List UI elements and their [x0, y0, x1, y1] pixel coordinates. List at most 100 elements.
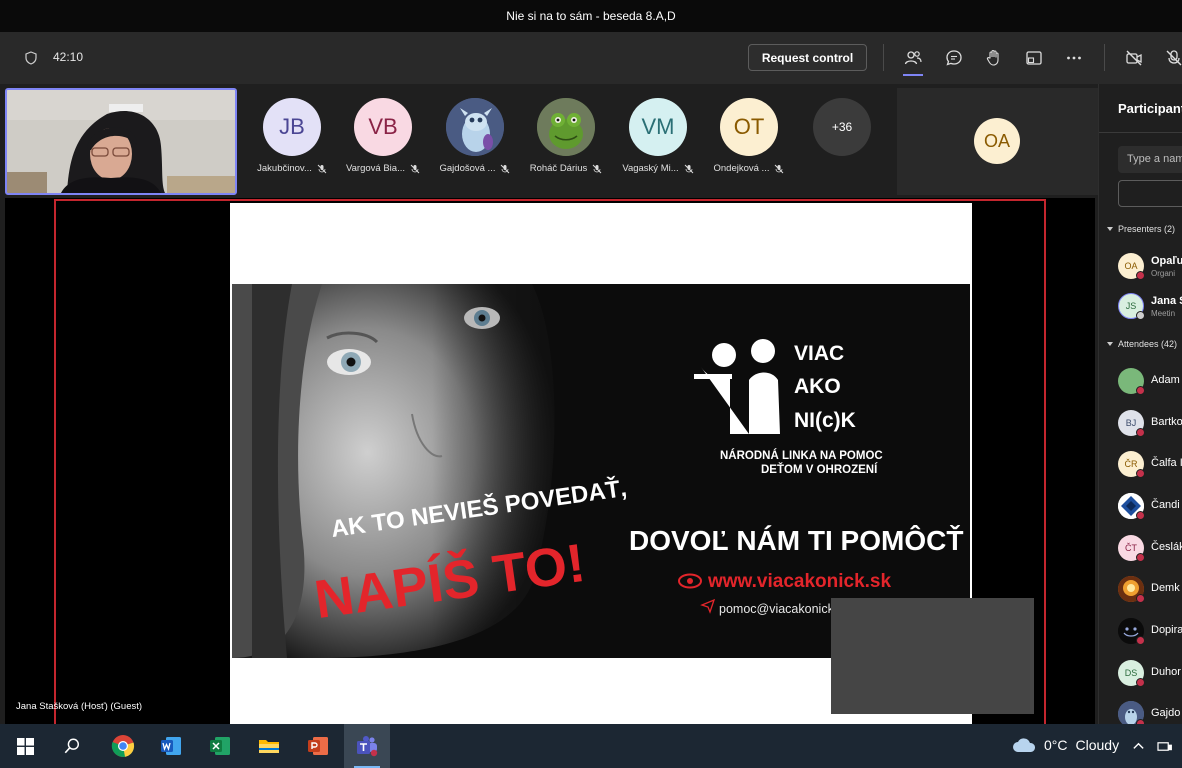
participant-name: Vagaský Mi...	[622, 163, 679, 174]
participant-row[interactable]: OA Opaľu Organi	[1118, 253, 1182, 283]
shield-icon	[24, 51, 38, 65]
collapse-caret-icon	[1107, 227, 1113, 231]
meeting-toolbar: 42:10 Request control	[0, 32, 1182, 84]
status-dot	[1136, 511, 1145, 520]
participant-row[interactable]: JS Jana S Meetin	[1118, 293, 1182, 323]
teams-icon[interactable]	[344, 724, 390, 768]
participant-name: Čandi	[1151, 499, 1180, 511]
participant-name: Jakubčinov...	[257, 163, 312, 174]
more-participants-count: +36	[813, 98, 871, 156]
more-options-icon[interactable]	[1062, 46, 1086, 70]
participant-name: Čalfa I	[1151, 457, 1182, 469]
participant-name: Dopira	[1151, 624, 1182, 636]
word-icon[interactable]	[148, 724, 194, 768]
meeting-title: Nie si na to sám - beseda 8.A,D	[506, 9, 676, 23]
avatar: JB	[263, 98, 321, 156]
powerpoint-icon[interactable]	[295, 724, 341, 768]
participant-row[interactable]: ČR Čalfa I	[1118, 451, 1182, 481]
participant-name: Adam	[1151, 374, 1180, 386]
participant-name-row: Gajdošová ...	[435, 163, 515, 174]
request-control-button[interactable]: Request control	[748, 44, 867, 71]
weather-widget[interactable]: 0°C Cloudy	[1012, 737, 1119, 753]
participant-row[interactable]: Gajdo	[1118, 701, 1182, 724]
presenter-name-label: Jana Stašková (Hosť) (Guest)	[16, 701, 143, 712]
status-dot	[1136, 271, 1145, 280]
participant-tile[interactable]: Roháč Dárius	[526, 98, 606, 174]
participant-name: Ondejková ...	[713, 163, 770, 174]
raise-hand-icon[interactable]	[982, 46, 1006, 70]
participant-tile[interactable]: JB Jakubčinov...	[252, 98, 332, 174]
participant-name-row: Ondejková ...	[709, 163, 789, 174]
participant-name: Vargová Bia...	[346, 163, 405, 174]
participant-tile[interactable]: VM Vagaský Mi...	[618, 98, 698, 174]
camera-off-icon[interactable]	[1122, 46, 1146, 70]
participant-tile[interactable]: Gajdošová ...	[435, 98, 515, 174]
participant-name-row: Jakubčinov...	[252, 163, 332, 174]
status-dot	[1136, 678, 1145, 687]
participant-tile[interactable]: VB Vargová Bia...	[343, 98, 423, 174]
mic-off-icon[interactable]	[1162, 46, 1182, 70]
participant-filter-dropdown[interactable]	[1118, 180, 1182, 207]
participants-icon[interactable]	[901, 46, 925, 70]
windows-taskbar: 0°C Cloudy	[0, 724, 1182, 768]
window-title-bar: Nie si na to sám - beseda 8.A,D	[0, 0, 1182, 32]
participant-name-row: Roháč Dárius	[526, 163, 606, 174]
status-dot	[1136, 636, 1145, 645]
toolbar-divider	[1104, 44, 1105, 71]
toolbar-divider	[883, 44, 884, 71]
participant-row[interactable]: BJ Bartko	[1118, 410, 1182, 440]
chrome-icon[interactable]	[100, 724, 146, 768]
meeting-timer: 42:10	[53, 50, 84, 64]
collapse-caret-icon	[1107, 342, 1113, 346]
status-dot	[1136, 386, 1145, 395]
self-video-tile[interactable]	[5, 88, 237, 195]
attendees-section-header[interactable]: Attendees (42)	[1107, 339, 1177, 349]
view-switch-icon[interactable]	[1022, 46, 1046, 70]
participant-name: Opaľu	[1151, 255, 1182, 267]
avatar: VM	[629, 98, 687, 156]
svg-text:VIAC: VIAC	[794, 342, 844, 365]
participant-name: Roháč Dárius	[529, 163, 588, 174]
presenter-video-thumbnail[interactable]	[831, 598, 1034, 714]
status-dot	[1136, 311, 1145, 320]
mic-muted-icon	[592, 164, 602, 173]
participant-row[interactable]: Dopira	[1118, 618, 1182, 648]
participant-name: Gajdošová ...	[439, 163, 496, 174]
status-dot	[1136, 594, 1145, 603]
excel-icon[interactable]	[197, 724, 243, 768]
frog-avatar-icon	[537, 98, 595, 156]
meeting-stage: JB Jakubčinov... VB Vargová Bia... Gajdo…	[0, 84, 1098, 727]
chat-icon[interactable]	[942, 46, 966, 70]
participant-role: Meetin	[1151, 309, 1176, 318]
slide-cta: DOVOĽ NÁM TI POMÔCŤ	[629, 524, 963, 556]
participant-row[interactable]: Adam	[1118, 368, 1182, 398]
svg-text:AKO: AKO	[794, 375, 841, 398]
participant-search-input[interactable]: Type a name	[1118, 146, 1182, 173]
participant-tile[interactable]: OT Ondejková ...	[709, 98, 789, 174]
windows-start-icon[interactable]	[2, 724, 48, 768]
weather-temperature: 0°C	[1044, 737, 1068, 753]
network-icon[interactable]	[1152, 724, 1176, 768]
file-explorer-icon[interactable]	[246, 724, 292, 768]
more-participants-tile[interactable]: +36	[802, 98, 882, 156]
mic-muted-icon	[410, 164, 420, 173]
participant-row[interactable]: DS Duhor	[1118, 660, 1182, 690]
cloud-icon	[1013, 738, 1036, 752]
participant-row[interactable]: ČT Česlák	[1118, 535, 1182, 565]
status-dot	[1136, 469, 1145, 478]
search-icon[interactable]	[49, 724, 95, 768]
participant-name: Česlák	[1151, 541, 1182, 553]
status-dot	[1136, 553, 1145, 562]
participant-name: Gajdo	[1151, 707, 1181, 719]
presenters-section-header[interactable]: Presenters (2)	[1107, 224, 1175, 234]
participant-name: Demk	[1151, 582, 1180, 594]
chevron-up-icon[interactable]	[1126, 724, 1150, 768]
avatar: VB	[354, 98, 412, 156]
participant-row[interactable]: Demk	[1118, 576, 1182, 606]
tagline-line1: NÁRODNÁ LINKA NA POMOC	[720, 449, 883, 462]
participant-row[interactable]: Čandi	[1118, 493, 1182, 523]
participant-name-row: Vargová Bia...	[343, 163, 423, 174]
panel-title: Participants	[1118, 101, 1182, 116]
participant-name: Duhor	[1151, 666, 1181, 678]
spotlight-panel[interactable]: OA	[897, 88, 1098, 195]
